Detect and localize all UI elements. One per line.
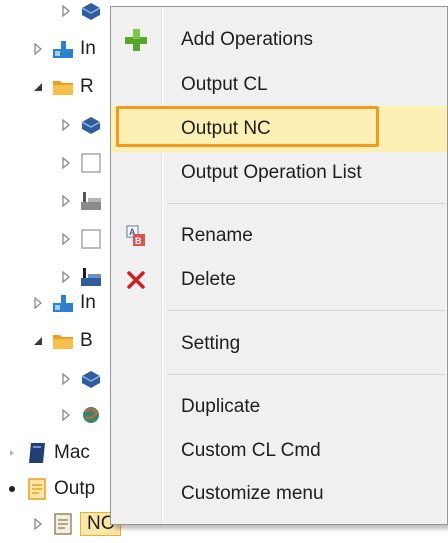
expand-arrow-icon[interactable] — [58, 407, 74, 423]
expand-arrow-icon[interactable] — [58, 371, 74, 387]
part-icon — [78, 0, 104, 23]
folder-icon — [50, 329, 76, 353]
svg-text:B: B — [135, 236, 142, 246]
menu-item-delete[interactable]: Delete — [111, 257, 447, 303]
menu-item-label: Setting — [181, 333, 241, 354]
tree-node-r[interactable]: R — [30, 68, 94, 106]
tree-node-label: R — [80, 76, 94, 97]
machine-setup-icon — [50, 37, 76, 61]
tree-node-part-1[interactable] — [58, 106, 104, 144]
expand-arrow-icon[interactable] — [30, 516, 46, 532]
menu-item-custom-cl-cmd[interactable]: Custom CL Cmd — [111, 428, 447, 474]
menu-item-label: Output CL — [181, 74, 268, 95]
tree-node-label: In — [80, 292, 96, 313]
tree-node-label: Mac — [54, 442, 90, 463]
menu-separator — [167, 374, 445, 375]
menu-separator — [167, 310, 445, 311]
collapse-bullet-icon[interactable] — [4, 481, 20, 497]
menu-item-label: Customize menu — [181, 483, 324, 504]
output-doc-icon — [24, 477, 50, 501]
tree-node-b[interactable]: B — [30, 322, 93, 360]
part-icon — [78, 113, 104, 137]
expand-arrow-icon[interactable] — [30, 295, 46, 311]
expand-arrow-icon[interactable] — [30, 41, 46, 57]
menu-item-label: Custom CL Cmd — [181, 440, 321, 461]
menu-item-output-nc[interactable]: Output NC — [111, 106, 447, 152]
tree-node-nc[interactable]: NC — [30, 505, 122, 543]
expand-arrow-icon[interactable] — [58, 193, 74, 209]
menu-item-output-cl[interactable]: Output CL — [111, 62, 447, 108]
expand-arrow-icon[interactable] — [58, 231, 74, 247]
tree-node-label: B — [80, 330, 93, 351]
expand-arrow-icon[interactable] — [58, 155, 74, 171]
machine-icon — [24, 441, 50, 465]
tree-node-in-2[interactable]: In — [30, 284, 96, 322]
tree-node-part-2[interactable] — [58, 360, 104, 398]
tree-node-output[interactable]: Outp — [4, 470, 95, 508]
blank-geometry-icon — [78, 151, 104, 175]
menu-item-label: Delete — [181, 269, 236, 290]
tree-node-label: In — [80, 38, 96, 59]
plus-icon — [111, 17, 161, 63]
menu-item-label: Rename — [181, 225, 253, 246]
tree-node-label: Outp — [54, 478, 96, 499]
menu-item-duplicate[interactable]: Duplicate — [111, 384, 447, 430]
expand-arrow-icon[interactable] — [4, 445, 20, 461]
tree-node-blank-2[interactable] — [58, 220, 104, 258]
collapse-arrow-icon[interactable] — [30, 79, 46, 95]
menu-item-label: Add Operations — [181, 29, 314, 50]
tree-node-toolpath[interactable] — [58, 396, 104, 434]
part-icon — [78, 367, 104, 391]
folder-icon — [50, 75, 76, 99]
menu-item-customize-menu[interactable]: Customize menu — [111, 471, 447, 517]
tool-icon — [78, 189, 104, 213]
tree-node-machine[interactable]: Mac — [4, 434, 90, 472]
expand-arrow-icon[interactable] — [58, 117, 74, 133]
menu-item-rename[interactable]: A B Rename — [111, 213, 447, 259]
tree-node-top[interactable] — [58, 0, 104, 30]
tree-node-in-1[interactable]: In — [30, 30, 96, 68]
toolpath-icon — [78, 403, 104, 427]
collapse-arrow-icon[interactable] — [30, 333, 46, 349]
rename-icon: A B — [111, 213, 161, 259]
tree-node-tool-1[interactable] — [58, 182, 104, 220]
blank-geometry-icon — [78, 227, 104, 251]
expand-arrow-icon[interactable] — [58, 3, 74, 19]
menu-item-output-operation-list[interactable]: Output Operation List — [111, 150, 447, 196]
menu-item-label: Output Operation List — [181, 162, 362, 183]
delete-x-icon — [111, 257, 161, 303]
machine-setup-icon — [50, 291, 76, 315]
context-menu: Add Operations Output CL Output NC Outpu… — [110, 6, 448, 525]
menu-item-label: Output NC — [181, 118, 271, 139]
tree-node-blank-1[interactable] — [58, 144, 104, 182]
nc-file-icon — [50, 512, 76, 536]
menu-item-label: Duplicate — [181, 396, 261, 417]
expand-arrow-icon[interactable] — [58, 269, 74, 285]
menu-item-setting[interactable]: Setting — [111, 321, 447, 367]
menu-separator — [167, 203, 445, 204]
menu-item-add-operations[interactable]: Add Operations — [111, 17, 447, 63]
